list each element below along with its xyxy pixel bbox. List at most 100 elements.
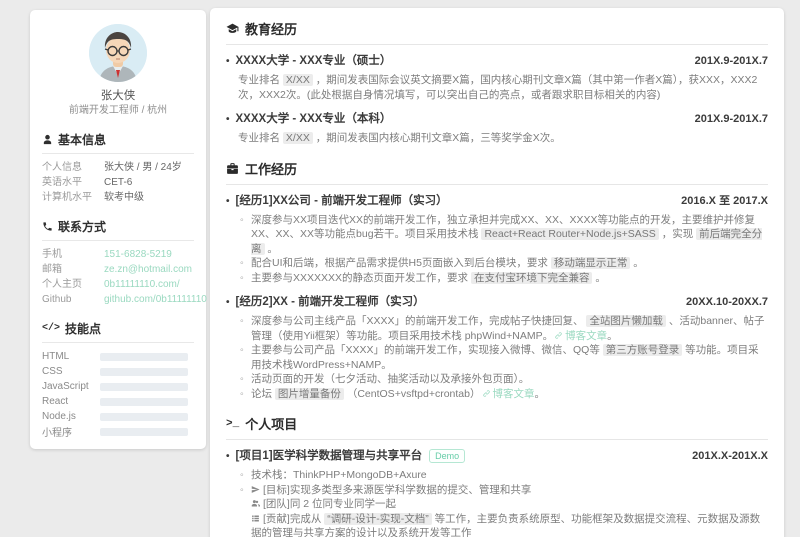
basic-info-section: 基本信息 个人信息 张大侠 / 男 / 24岁 英语水平 CET-6 计算机水平…	[42, 131, 194, 205]
contact-row: Github github.com/0b11111110	[42, 292, 194, 307]
skill-row: CSS	[42, 364, 194, 379]
education-item: • XXXX大学 - XXX专业（硕士） 201X.9-201X.7 专业排名 …	[226, 53, 768, 102]
project-goal-line: [目标]实现多类型多来源医学科学数据的提交、管理和共享	[240, 483, 768, 498]
work-bullet: 深度参与公司主线产品「XXXX」的前端开发工作，完成帖子快捷回复、 全站图片懒加…	[240, 314, 768, 343]
blog-article-link[interactable]: 博客文章	[553, 330, 607, 342]
skill-name: CSS	[42, 366, 100, 377]
skill-bar	[100, 368, 188, 376]
skill-row: React	[42, 394, 194, 409]
project-contribution-line: [贡献]完成从 “调研-设计-实现-文档” 等工作，主要负责系统原型、功能框架及…	[240, 512, 768, 537]
paper-plane-icon	[251, 483, 263, 498]
contact-section: 联系方式 手机 151-6828-5219 邮箱 ze.zn@hotmail.c…	[42, 218, 194, 307]
person-name: 张大侠	[42, 89, 194, 104]
info-row: 英语水平 CET-6	[42, 175, 194, 190]
blog-article-link[interactable]: 博客文章	[481, 388, 535, 400]
info-value: 软考中级	[104, 190, 144, 205]
contact-header: 联系方式	[42, 218, 194, 241]
work-item-date: 20XX.10-20XX.7	[686, 294, 768, 310]
skill-bar	[100, 428, 188, 436]
work-bullet: 论坛 图片增量备份 （CentOS+vsftpd+crontab）博客文章。	[240, 387, 768, 402]
skill-row: JavaScript	[42, 379, 194, 394]
bullet-icon: •	[226, 295, 230, 311]
projects-section: >_ 个人项目 • [项目1]医学科学数据管理与共享平台 Demo 201X.X…	[226, 412, 768, 537]
skill-bar	[100, 413, 188, 421]
projects-title: 个人项目	[245, 414, 297, 433]
list-icon	[251, 512, 263, 527]
phone-icon	[42, 221, 53, 232]
email-link[interactable]: ze.zn@hotmail.com	[104, 262, 192, 277]
phone-value: 151-6828-5219	[104, 247, 172, 262]
education-item: • XXXX大学 - XXX专业（本科） 201X.9-201X.7 专业排名 …	[226, 111, 768, 146]
work-header: 工作经历	[226, 157, 768, 185]
avatar	[89, 24, 147, 82]
code-icon: </>	[42, 323, 60, 334]
github-link[interactable]: github.com/0b11111110	[104, 292, 207, 307]
project-stack: 技术栈：ThinkPHP+MongoDB+Axure	[240, 468, 768, 483]
work-bullet: 主要参与公司产品「XXXX」的前端开发工作，实现接入微博、微信、QQ等 第三方账…	[240, 343, 768, 372]
skill-bar	[100, 353, 188, 361]
skill-bar	[100, 398, 188, 406]
graduation-cap-icon	[226, 22, 239, 35]
info-label: 计算机水平	[42, 190, 104, 205]
info-row: 个人信息 张大侠 / 男 / 24岁	[42, 160, 194, 175]
info-row: 计算机水平 软考中级	[42, 190, 194, 205]
skill-row: Node.js	[42, 409, 194, 424]
bullet-icon: •	[226, 54, 230, 70]
work-section: 工作经历 • [经历1]XX公司 - 前端开发工程师（实习） 2016.X 至 …	[226, 157, 768, 402]
work-item-date: 2016.X 至 2017.X	[681, 193, 768, 209]
project-item-title: [项目1]医学科学数据管理与共享平台	[236, 448, 423, 464]
skill-row: 小程序	[42, 424, 194, 439]
work-bullet: 主要参与XXXXXXX的静态页面开发工作，要求 在支付宝环境下完全兼容 。	[240, 271, 768, 286]
work-bullet: 深度参与XX项目迭代XX的前端开发工作，独立承担并完成XX、XX、XXXX等功能…	[240, 213, 768, 257]
skills-title: 技能点	[65, 320, 101, 337]
education-item-date: 201X.9-201X.7	[695, 53, 768, 69]
bullet-icon: •	[226, 112, 230, 128]
contact-label: Github	[42, 292, 104, 307]
briefcase-icon	[226, 162, 239, 175]
project-team-line: [团队]同 2 位同专业同学一起	[240, 497, 768, 512]
bullet-icon: •	[226, 449, 230, 465]
education-item-title: XXXX大学 - XXX专业（硕士）	[236, 53, 392, 69]
education-title: 教育经历	[245, 19, 297, 38]
skills-section: </> 技能点 HTML CSS JavaScript React Node.j…	[42, 320, 194, 439]
info-value: 张大侠 / 男 / 24岁	[104, 160, 182, 175]
contact-row: 手机 151-6828-5219	[42, 247, 194, 262]
resume-main: 教育经历 • XXXX大学 - XXX专业（硕士） 201X.9-201X.7 …	[210, 8, 784, 537]
person-title-city: 前端开发工程师 / 杭州	[42, 104, 194, 118]
avatar-cartoon-image	[89, 24, 147, 82]
users-icon	[251, 497, 263, 512]
work-item-title: [经历2]XX - 前端开发工程师（实习）	[236, 294, 425, 310]
education-item-desc: 专业排名 X/XX ，期间发表国际会议英文摘要X篇，国内核心期刊文章X篇（其中第…	[238, 73, 768, 102]
demo-badge[interactable]: Demo	[429, 449, 465, 463]
link-icon	[554, 331, 563, 340]
project-item-date: 201X.X-201X.X	[692, 448, 768, 464]
education-section: 教育经历 • XXXX大学 - XXX专业（硕士） 201X.9-201X.7 …	[226, 17, 768, 146]
skill-name: HTML	[42, 351, 100, 362]
info-value: CET-6	[104, 175, 132, 190]
skill-name: JavaScript	[42, 381, 100, 392]
terminal-icon: >_	[226, 418, 239, 430]
education-item-title: XXXX大学 - XXX专业（本科）	[236, 111, 392, 127]
contact-label: 邮箱	[42, 262, 104, 277]
basic-info-header: 基本信息	[42, 131, 194, 154]
skill-row: HTML	[42, 349, 194, 364]
homepage-link[interactable]: 0b11111110.com/	[104, 277, 180, 292]
info-label: 个人信息	[42, 160, 104, 175]
sidebar: 张大侠 前端开发工程师 / 杭州 基本信息 个人信息 张大侠 / 男 / 24岁…	[30, 10, 206, 449]
contact-label: 个人主页	[42, 277, 104, 292]
skill-name: Node.js	[42, 411, 100, 422]
project-item: • [项目1]医学科学数据管理与共享平台 Demo 201X.X-201X.X …	[226, 448, 768, 537]
work-item: • [经历1]XX公司 - 前端开发工程师（实习） 2016.X 至 2017.…	[226, 193, 768, 286]
contact-row: 邮箱 ze.zn@hotmail.com	[42, 262, 194, 277]
info-label: 英语水平	[42, 175, 104, 190]
link-icon	[482, 389, 491, 398]
skill-bar	[100, 383, 188, 391]
basic-info-title: 基本信息	[58, 131, 106, 148]
contact-label: 手机	[42, 247, 104, 262]
projects-header: >_ 个人项目	[226, 412, 768, 440]
skills-header: </> 技能点	[42, 320, 194, 343]
bullet-icon: •	[226, 194, 230, 210]
education-item-desc: 专业排名 X/XX ，期间发表国内核心期刊文章X篇，三等奖学金X次。	[238, 131, 768, 146]
education-item-date: 201X.9-201X.7	[695, 111, 768, 127]
contact-row: 个人主页 0b11111110.com/	[42, 277, 194, 292]
